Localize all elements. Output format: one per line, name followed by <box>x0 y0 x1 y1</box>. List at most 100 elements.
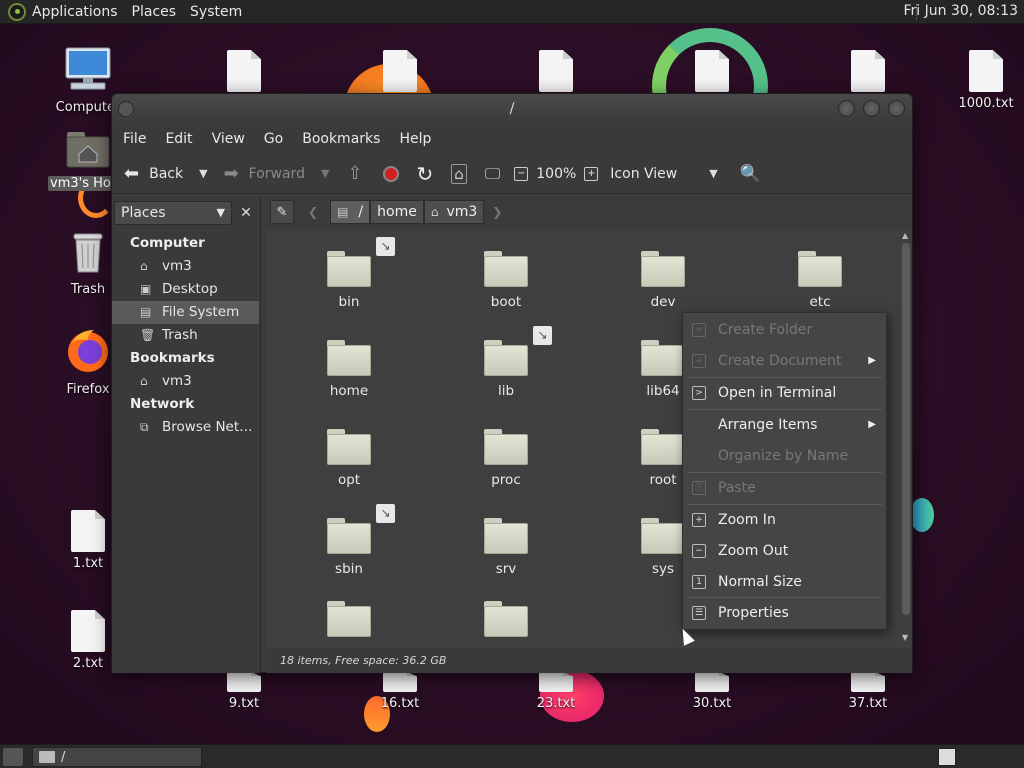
back-button[interactable]: ⬅ Back <box>124 163 183 184</box>
text-file-icon <box>851 50 885 92</box>
zoom-in-icon: + <box>692 513 706 527</box>
home-icon[interactable]: ⌂ <box>451 163 467 184</box>
folder-item[interactable]: ↘ sbin <box>289 504 409 577</box>
folder-item[interactable]: proc <box>446 427 566 488</box>
desktop-icon-file-9[interactable]: 9.txt <box>204 672 284 711</box>
sidebar-item-desktop[interactable]: ▣ Desktop <box>112 278 259 301</box>
zoom-in-menu-item[interactable]: + Zoom In <box>683 505 886 535</box>
distro-logo-icon[interactable] <box>8 2 26 21</box>
menu-go[interactable]: Go <box>264 131 283 147</box>
breadcrumb-root[interactable]: ▤ / <box>330 200 371 224</box>
folder-item[interactable]: boot <box>446 249 566 310</box>
menu-help[interactable]: Help <box>399 131 431 147</box>
folder-item[interactable]: dev <box>603 249 723 310</box>
desktop-icon-file-23[interactable]: 23.txt <box>516 672 596 711</box>
desktop-icon-file-top-right[interactable]: 1000.txt <box>946 50 1024 111</box>
text-file-icon <box>851 672 885 692</box>
show-desktop-icon[interactable] <box>3 748 23 766</box>
scrollbar-thumb[interactable] <box>902 243 910 615</box>
folder-item[interactable]: opt <box>289 427 409 488</box>
top-panel: Applications Places System Fri Jun 30, 0… <box>0 0 1024 24</box>
text-file-icon <box>71 610 105 652</box>
taskbar-window-button[interactable]: / <box>32 747 202 767</box>
folder-item[interactable]: ↘ lib <box>446 326 566 399</box>
window-menu-icon[interactable] <box>118 101 134 117</box>
window-titlebar[interactable]: / <box>112 94 912 124</box>
properties-menu-item[interactable]: ☰ Properties <box>683 598 886 628</box>
window-title: / <box>509 101 515 117</box>
sidebar-item-label: File System <box>162 304 240 320</box>
sidebar-item-vm3[interactable]: ⌂ vm3 <box>112 255 259 278</box>
computer-icon[interactable]: 🖵 <box>485 164 500 184</box>
sidepane-close-button[interactable]: ✕ <box>235 201 257 225</box>
menu-edit[interactable]: Edit <box>165 131 192 147</box>
sidebar-item-label: vm3 <box>162 373 192 389</box>
maximize-button[interactable] <box>863 100 880 117</box>
menu-item-label: Normal Size <box>718 574 802 590</box>
zoom-in-icon[interactable]: + <box>584 166 599 181</box>
breadcrumb-vm3[interactable]: ⌂ vm3 <box>423 200 485 224</box>
breadcrumb-scroll-right-icon[interactable]: ❯ <box>492 205 502 219</box>
desktop-icon-file-top-1[interactable] <box>204 50 284 92</box>
zoom-out-icon[interactable]: − <box>514 166 529 181</box>
vertical-scrollbar[interactable]: ▲ ▼ <box>900 231 911 645</box>
folder-item[interactable]: etc <box>760 249 880 310</box>
workspace-switcher[interactable] <box>938 748 956 766</box>
sidebar-item-filesystem[interactable]: ▤ File System <box>112 301 259 324</box>
organize-by-name-menu-item[interactable]: Organize by Name <box>683 441 886 471</box>
arrange-items-menu-item[interactable]: Arrange Items ▶ <box>683 410 886 440</box>
back-history-dropdown[interactable]: ▼ <box>199 167 207 180</box>
desktop-icon-file-30[interactable]: 30.txt <box>672 672 752 711</box>
scroll-up-icon[interactable]: ▲ <box>902 231 908 240</box>
sidebar-item-bookmark-vm3[interactable]: ⌂ vm3 <box>112 370 259 393</box>
home-folder-icon: ⌂ <box>140 259 148 273</box>
folder-item[interactable]: srv <box>446 516 566 577</box>
places-menu[interactable]: Places <box>132 4 177 20</box>
folder-item[interactable] <box>446 599 566 637</box>
desktop-icon-file-top-2[interactable] <box>360 50 440 92</box>
create-folder-menu-item[interactable]: + Create Folder <box>683 315 886 345</box>
system-menu[interactable]: System <box>190 4 242 20</box>
desktop-icon-file-37[interactable]: 37.txt <box>828 672 908 711</box>
breadcrumb-scroll-left-icon[interactable]: ❮ <box>308 205 318 219</box>
normal-size-menu-item[interactable]: 1 Normal Size <box>683 567 886 597</box>
zoom-out-menu-item[interactable]: − Zoom Out <box>683 536 886 566</box>
menu-view[interactable]: View <box>212 131 245 147</box>
forward-history-dropdown[interactable]: ▼ <box>321 167 329 180</box>
folder-icon <box>327 427 371 465</box>
breadcrumb-home[interactable]: home <box>370 200 424 224</box>
stop-icon[interactable] <box>382 165 399 182</box>
folder-item[interactable]: ↘ bin <box>289 237 409 310</box>
forward-button[interactable]: ➡ Forward <box>224 163 305 184</box>
scroll-down-icon[interactable]: ▼ <box>902 633 908 642</box>
symlink-icon: ↘ <box>376 237 395 256</box>
desktop-icon-file-16[interactable]: 16.txt <box>360 672 440 711</box>
wallpaper-blob-cyan <box>910 498 934 532</box>
up-arrow-icon[interactable]: ⇧ <box>347 163 362 184</box>
drive-icon: ▤ <box>140 305 152 319</box>
sidebar-item-trash[interactable]: 🗑 Trash <box>112 324 259 347</box>
folder-item[interactable] <box>289 599 409 637</box>
desktop-icon-file-top-5[interactable] <box>828 50 908 92</box>
sidepane-section-network: Network <box>130 396 195 412</box>
desktop-icon-file-top-3[interactable] <box>516 50 596 92</box>
desktop-icon-file-top-4[interactable] <box>672 50 752 92</box>
minimize-button[interactable] <box>838 100 855 117</box>
open-terminal-menu-item[interactable]: > Open in Terminal <box>683 378 886 408</box>
paste-menu-item[interactable]: ⎘ Paste <box>683 473 886 503</box>
clock[interactable]: Fri Jun 30, 08:13 <box>903 3 1018 19</box>
menu-bookmarks[interactable]: Bookmarks <box>302 131 380 147</box>
sidepane-type-select[interactable]: Places ▼ <box>114 201 232 225</box>
edit-location-button[interactable]: ✎ <box>270 200 294 224</box>
create-document-menu-item[interactable]: + Create Document ▶ <box>683 346 886 376</box>
menu-file[interactable]: File <box>123 131 146 147</box>
reload-icon[interactable]: ↻ <box>417 162 434 186</box>
folder-icon: ↘ <box>641 415 709 465</box>
applications-menu[interactable]: Applications <box>32 4 118 20</box>
close-button[interactable] <box>888 100 905 117</box>
sidebar-item-browse-network[interactable]: ⧉ Browse Net… <box>112 416 259 439</box>
search-icon[interactable]: 🔍 <box>740 164 761 184</box>
view-mode-select[interactable]: Icon View ▼ <box>610 166 717 182</box>
folder-label: etc <box>809 294 831 310</box>
folder-item[interactable]: home <box>289 338 409 399</box>
